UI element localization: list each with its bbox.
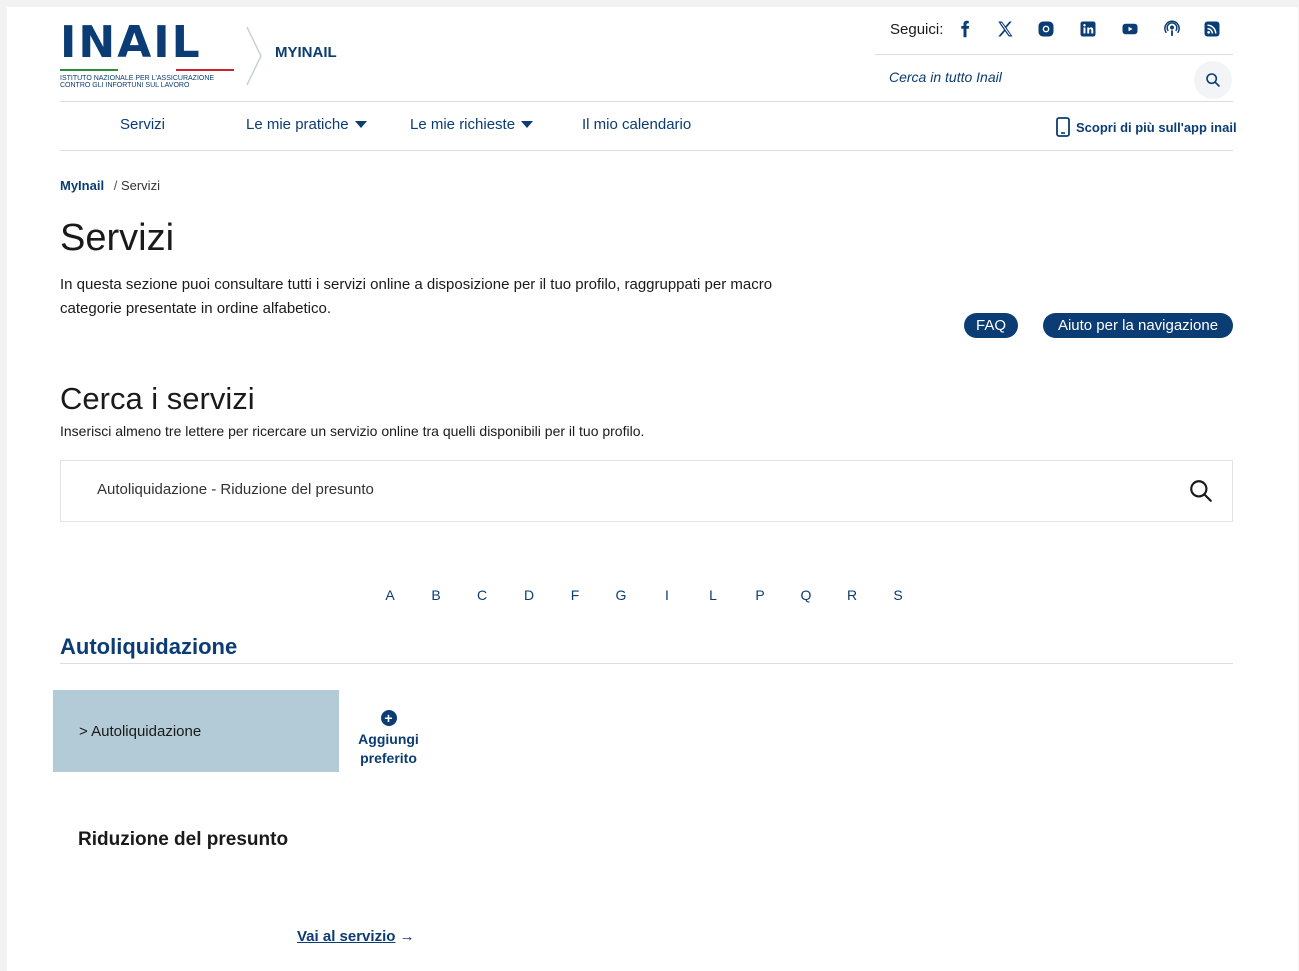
nav-item-le-mie-richieste[interactable]: Le mie richieste <box>410 116 534 133</box>
nav-item-servizi[interactable]: Servizi <box>120 116 165 133</box>
caret-down-icon <box>354 121 367 128</box>
alphabet-letter-c[interactable]: C <box>475 587 489 603</box>
service-card-category: > Autoliquidazione <box>53 690 339 772</box>
services-search-hint: Inserisci almeno tre lettere per ricerca… <box>60 423 645 439</box>
alphabet-letter-s[interactable]: S <box>891 587 905 603</box>
alphabet-letter-r[interactable]: R <box>845 587 859 603</box>
logo-tricolor-rule <box>60 69 234 71</box>
services-search-title: Cerca i servizi <box>60 381 255 416</box>
section-title: Autoliquidazione <box>60 634 238 659</box>
alphabet-letter-d[interactable]: D <box>522 587 536 603</box>
app-link[interactable]: Scopri di più sull'app inail <box>1056 117 1237 137</box>
add-favorite-button[interactable]: + Aggiungi preferito <box>339 690 438 772</box>
alphabet-letter-f[interactable]: F <box>568 587 582 603</box>
services-search-input[interactable] <box>97 481 1147 498</box>
linkedin-icon[interactable] <box>1078 19 1098 39</box>
site-search-button[interactable] <box>1194 61 1232 99</box>
go-to-service-link[interactable]: Vai al servizio → <box>297 928 415 945</box>
caret-down-icon <box>521 121 534 128</box>
breadcrumb-current: Servizi <box>120 178 160 193</box>
divider <box>60 150 1233 151</box>
facebook-icon[interactable] <box>955 19 975 39</box>
logo-subtitle: ISTITUTO NAZIONALE PER L'ASSICURAZIONE C… <box>60 75 215 89</box>
plus-circle-icon: + <box>380 710 397 726</box>
podcast-icon[interactable] <box>1162 19 1182 39</box>
alphabet-letter-a[interactable]: A <box>383 587 397 603</box>
service-card-title: Riduzione del presunto <box>78 829 289 850</box>
smartphone-icon <box>1056 117 1070 137</box>
nav-item-il-mio-calendario[interactable]: Il mio calendario <box>582 116 691 133</box>
search-icon <box>1206 73 1220 87</box>
alphabet-letter-p[interactable]: P <box>753 587 767 603</box>
x-icon[interactable] <box>995 19 1015 39</box>
breadcrumb-home[interactable]: MyInail <box>60 178 104 193</box>
arrow-right-icon: → <box>399 928 415 945</box>
social-label: Seguici: <box>890 21 944 38</box>
chevron-separator-icon <box>246 27 262 85</box>
alphabet-letter-l[interactable]: L <box>706 587 720 603</box>
divider <box>60 101 1233 102</box>
section-name[interactable]: MYINAIL <box>275 44 337 61</box>
page-title: Servizi <box>60 217 175 259</box>
faq-button[interactable]: FAQ <box>964 313 1018 338</box>
inail-logo[interactable]: INAIL <box>60 21 202 65</box>
instagram-icon[interactable] <box>1036 19 1056 39</box>
nav-item-le-mie-pratiche[interactable]: Le mie pratiche <box>246 116 367 133</box>
navigation-help-button[interactable]: Aiuto per la navigazione <box>1043 313 1233 338</box>
search-icon[interactable] <box>1188 478 1214 504</box>
page: INAIL ISTITUTO NAZIONALE PER L'ASSICURAZ… <box>7 7 1298 971</box>
service-card: Riduzione del presunto Vai al servizio → <box>53 772 438 971</box>
youtube-icon[interactable] <box>1120 19 1140 39</box>
services-search-box <box>60 460 1233 522</box>
rss-icon[interactable] <box>1202 19 1222 39</box>
alphabet-letter-g[interactable]: G <box>614 587 628 603</box>
site-search-input[interactable]: Cerca in tutto Inail <box>889 69 1002 85</box>
alphabet-letter-i[interactable]: I <box>660 587 674 603</box>
alphabet-letter-q[interactable]: Q <box>799 587 813 603</box>
alphabet-letter-b[interactable]: B <box>429 587 443 603</box>
divider <box>60 663 1233 664</box>
page-intro: In questa sezione puoi consultare tutti … <box>60 276 773 317</box>
breadcrumb: MyInail / Servizi <box>60 178 160 193</box>
divider <box>875 54 1233 55</box>
